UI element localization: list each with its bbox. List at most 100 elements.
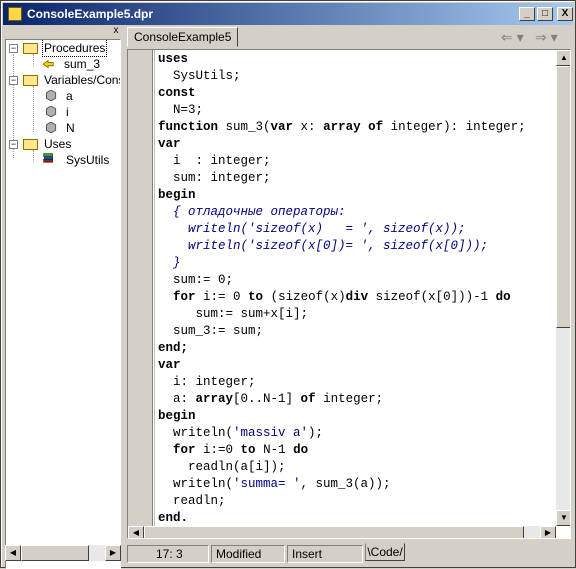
code-token: i:= 0: [195, 290, 249, 304]
tree-node-variables[interactable]: − Variables/Const: [6, 72, 120, 88]
tree-node-var-n[interactable]: N: [6, 120, 120, 136]
modified-indicator: Modified: [211, 545, 285, 563]
editor-pane: ConsoleExample5 ⇐ ▾ ⇒ ▾ uses SysUtils; c…: [125, 27, 573, 563]
code-line: end.: [158, 511, 189, 525]
title-bar: ConsoleExample5.dpr _ □ X: [3, 3, 573, 25]
folder-icon: [23, 43, 38, 54]
insert-mode-indicator: Insert: [287, 545, 363, 563]
folder-icon: [23, 139, 38, 150]
status-bar: 17: 3 Modified Insert \Code/: [127, 543, 571, 563]
editor-gutter[interactable]: [128, 50, 153, 526]
nav-back-icon[interactable]: ⇐ ▾: [501, 29, 524, 46]
code-line: for i:= 0 to (sizeof(x)div sizeof(x[0]))…: [158, 289, 511, 306]
variable-icon: [46, 90, 57, 101]
code-token: x:: [293, 120, 324, 134]
tree-node-sum-3[interactable]: sum_3: [6, 56, 120, 72]
tree-node-sysutils[interactable]: SysUtils: [6, 152, 120, 168]
editor-margin: [154, 50, 155, 526]
collapse-icon[interactable]: −: [9, 76, 18, 85]
code-token: (sizeof(x): [263, 290, 346, 304]
code-line: SysUtils;: [158, 69, 241, 83]
scroll-right-button[interactable]: ▶: [540, 526, 556, 538]
keyword: array: [195, 392, 234, 406]
tree-node-var-a[interactable]: a: [6, 88, 120, 104]
nav-forward-icon[interactable]: ⇒ ▾: [535, 29, 558, 46]
project-file-icon: [8, 7, 22, 21]
keyword: do: [495, 290, 511, 304]
code-token: i:=0: [195, 443, 241, 457]
code-line: a: array[0..N-1] of integer;: [158, 391, 383, 408]
tree-node-procedures[interactable]: − Procedures: [6, 40, 120, 57]
scroll-left-button[interactable]: ◀: [128, 526, 144, 538]
string-literal: 'massiv a': [233, 426, 309, 440]
variable-icon: [46, 106, 57, 117]
collapse-icon[interactable]: −: [9, 44, 18, 53]
tree-horizontal-scrollbar[interactable]: ◀ ▶: [5, 545, 121, 561]
editor-vertical-scrollbar[interactable]: ▲ ▼: [556, 50, 570, 526]
tree-label: sum_3: [64, 57, 101, 71]
minimize-button[interactable]: _: [519, 7, 535, 21]
code-token: , sum_3(a));: [300, 477, 391, 491]
code-token: [0..N-1]: [233, 392, 301, 406]
scroll-up-button[interactable]: ▲: [556, 50, 570, 66]
keyword: for: [173, 443, 196, 457]
code-token: sizeof(x[0]))-1: [368, 290, 496, 304]
code-token: );: [308, 426, 324, 440]
scroll-thumb[interactable]: [144, 526, 524, 538]
tree-label: N: [66, 121, 75, 135]
pane-close-icon[interactable]: x: [111, 26, 121, 36]
tree-label: Procedures: [42, 40, 108, 57]
tab-consoleexample5[interactable]: ConsoleExample5: [127, 27, 239, 47]
scroll-thumb[interactable]: [556, 66, 570, 328]
tree-node-var-i[interactable]: i: [6, 104, 120, 120]
code-line: writeln('massiv a');: [158, 425, 323, 442]
tab-code[interactable]: \Code/: [365, 543, 405, 561]
unit-icon: [43, 153, 53, 163]
code-line: begin: [158, 188, 196, 202]
keyword: of: [300, 392, 316, 406]
code-editor[interactable]: uses SysUtils; const N=3; function sum_3…: [127, 49, 571, 539]
code-line: begin: [158, 409, 196, 423]
keyword: to: [240, 443, 256, 457]
editor-tabs: ConsoleExample5 ⇐ ▾ ⇒ ▾: [125, 27, 573, 47]
pane-grip[interactable]: x: [5, 26, 121, 37]
code-text[interactable]: uses SysUtils; const N=3; function sum_3…: [158, 51, 556, 525]
code-line: function sum_3(var x: array of integer):…: [158, 119, 526, 136]
scroll-left-button[interactable]: ◀: [5, 545, 21, 561]
code-explorer-tree[interactable]: − Procedures sum_3 − Variables/Const a i…: [5, 39, 121, 569]
code-line: readln(a[i]);: [158, 460, 286, 474]
scroll-thumb[interactable]: [21, 545, 89, 561]
editor-horizontal-scrollbar[interactable]: ◀ ▶: [128, 526, 556, 538]
code-line: sum:= 0;: [158, 273, 234, 287]
keyword: function: [158, 120, 219, 134]
keyword: var: [270, 120, 294, 134]
close-button[interactable]: X: [557, 7, 573, 21]
code-comment: { отладочные операторы:: [158, 205, 346, 219]
code-token: sum_3(: [218, 120, 271, 134]
collapse-icon[interactable]: −: [9, 140, 18, 149]
code-line: uses: [158, 52, 189, 66]
string-literal: 'summa= ': [233, 477, 301, 491]
cursor-position: 17: 3: [127, 545, 209, 563]
scroll-right-button[interactable]: ▶: [105, 545, 121, 561]
folder-icon: [23, 75, 38, 86]
code-line: sum_3:= sum;: [158, 324, 264, 338]
code-line: const: [158, 86, 196, 100]
code-line: readln;: [158, 494, 226, 508]
keyword: do: [293, 443, 309, 457]
code-line: sum: integer;: [158, 171, 271, 185]
main-window: ConsoleExample5.dpr _ □ X x − Procedures…: [0, 0, 576, 569]
keyword: div: [345, 290, 369, 304]
keyword: to: [248, 290, 264, 304]
code-comment: writeln('sizeof(x[0])= ', sizeof(x[0]));: [158, 239, 489, 253]
code-line: i: integer;: [158, 375, 256, 389]
tree-node-uses[interactable]: − Uses: [6, 136, 120, 152]
code-token: integer;: [315, 392, 384, 406]
code-line: i : integer;: [158, 154, 271, 168]
code-comment: }: [158, 256, 181, 270]
code-token: writeln(: [158, 477, 234, 491]
scroll-down-button[interactable]: ▼: [556, 510, 570, 526]
maximize-button[interactable]: □: [537, 7, 553, 21]
